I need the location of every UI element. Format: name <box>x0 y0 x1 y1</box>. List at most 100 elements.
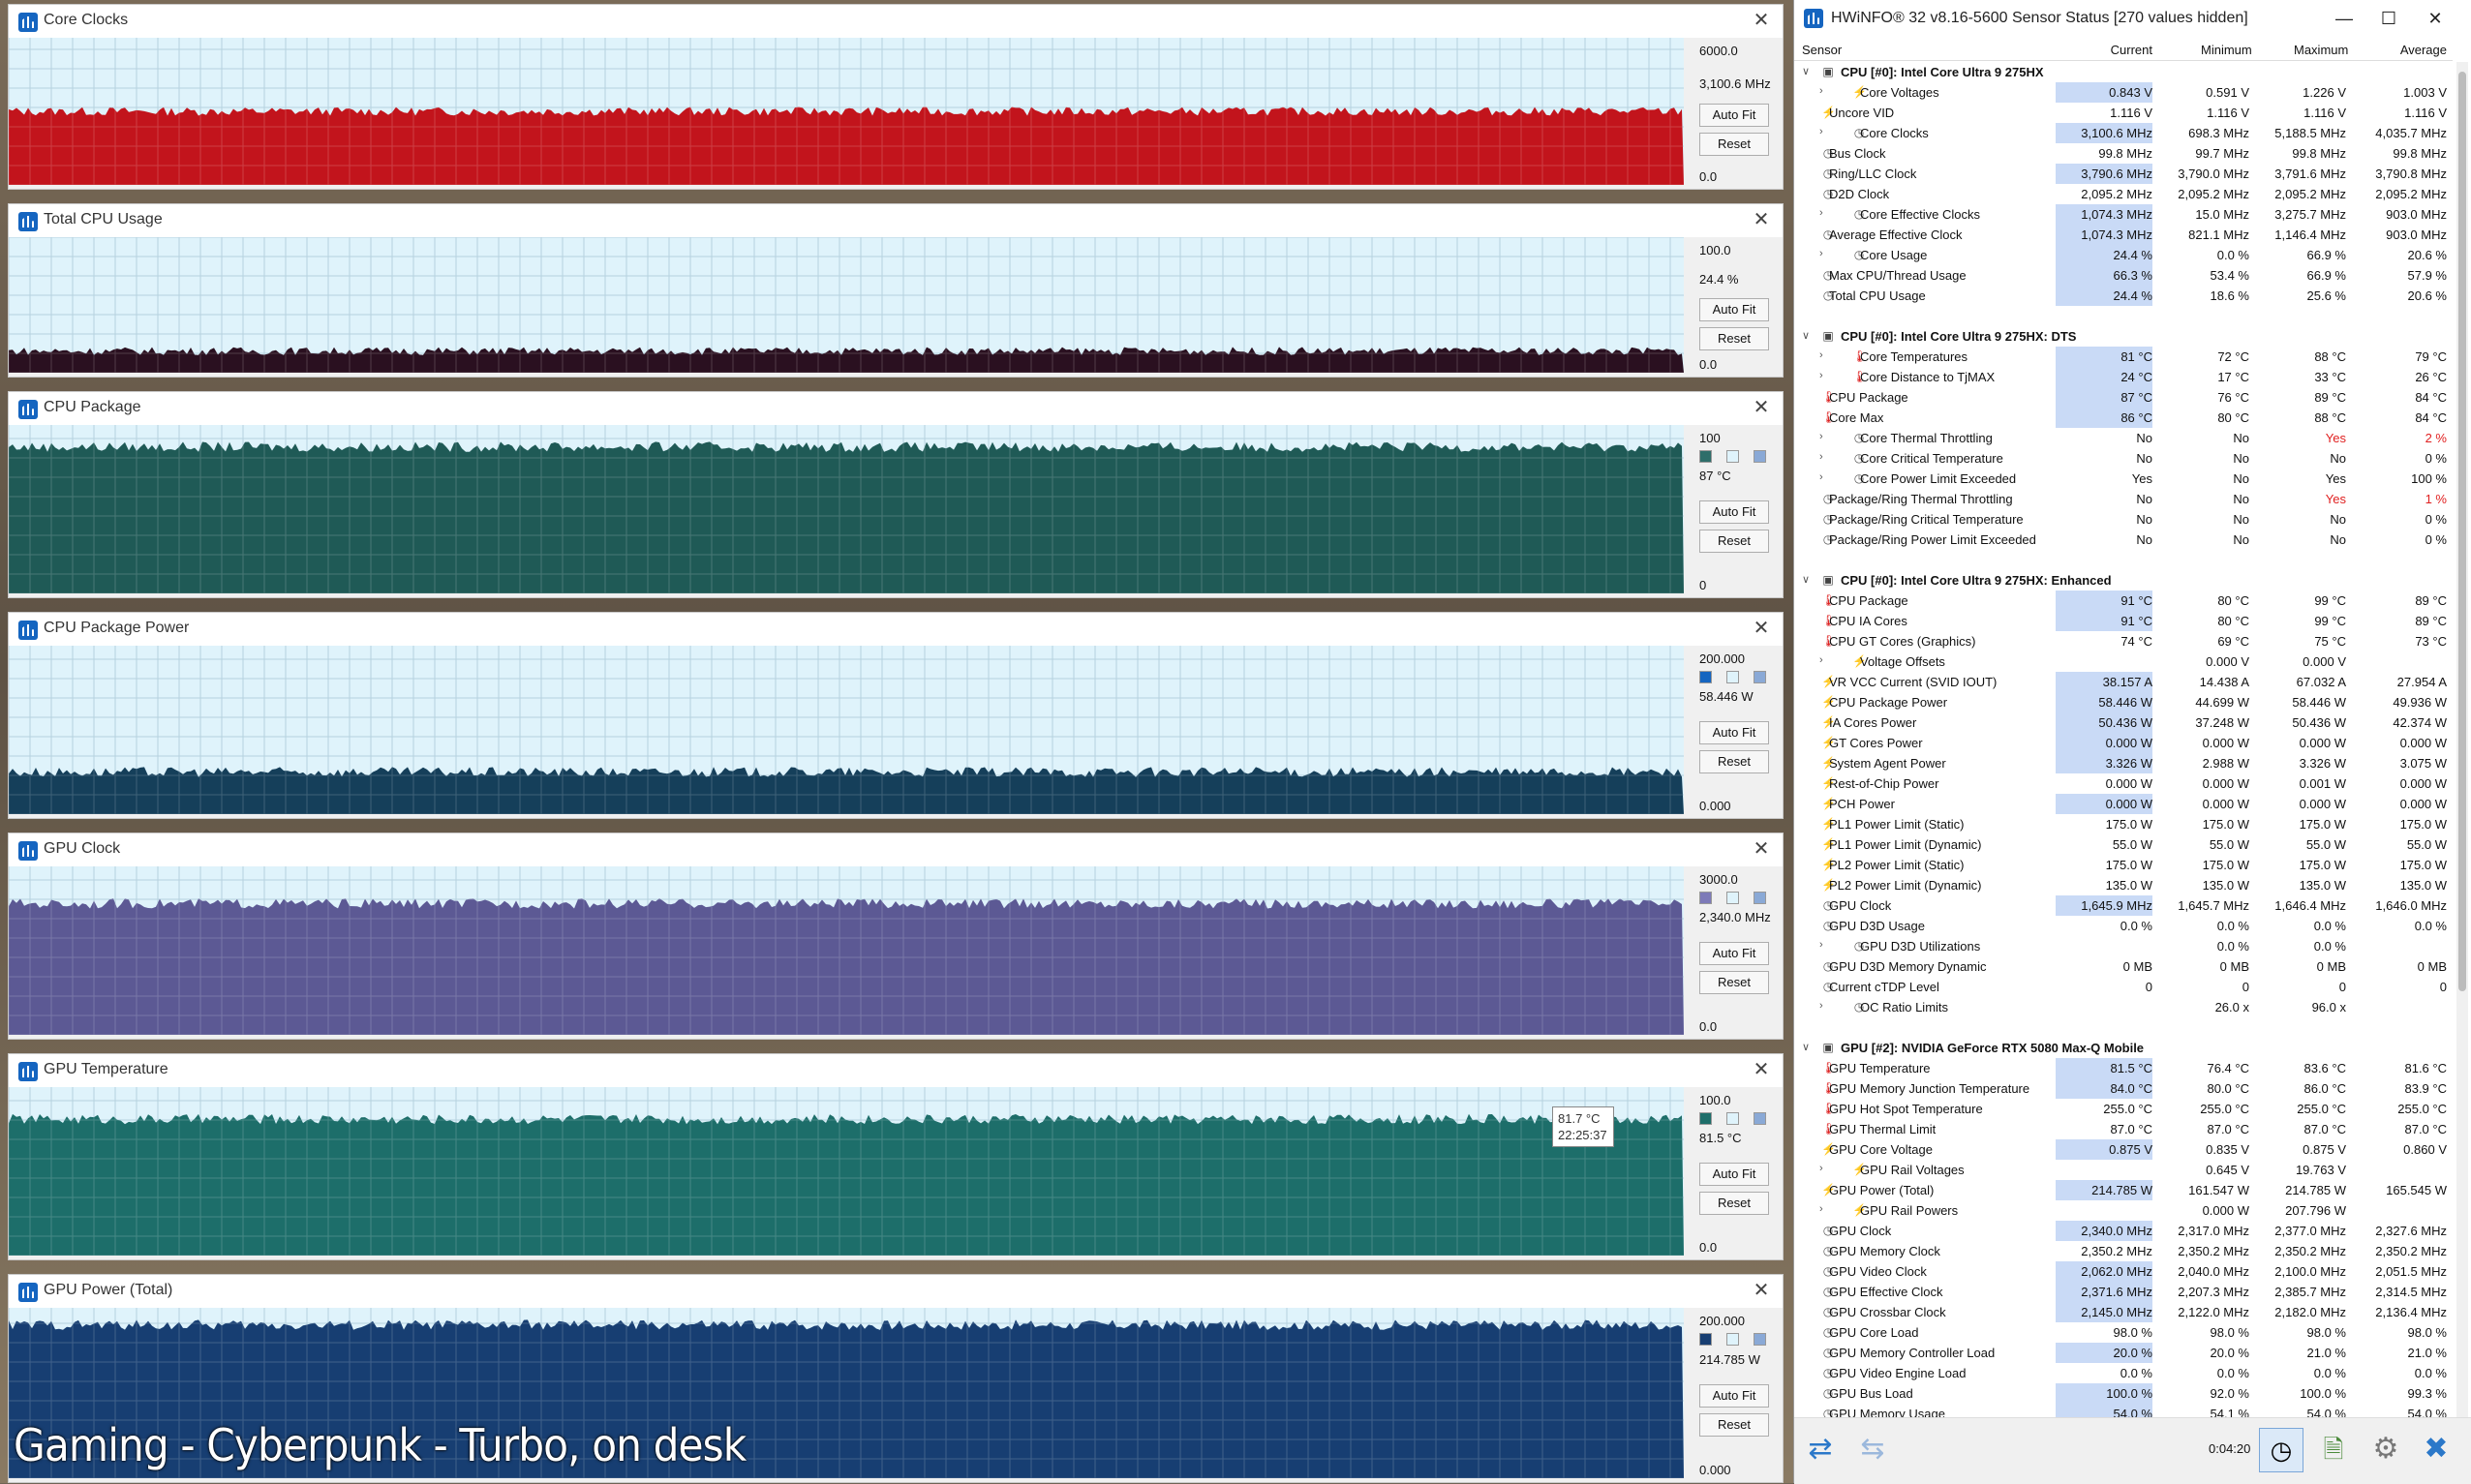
graph-titlebar[interactable]: Total CPU Usage ✕ <box>9 204 1783 237</box>
chevron-right-icon[interactable]: › <box>1819 1000 1823 1012</box>
color-swatch[interactable] <box>1699 1112 1712 1125</box>
sensor-row[interactable]: ⚡ PL1 Power Limit (Static) 175.0 W 175.0 W1… <box>1794 814 2453 834</box>
color-swatch[interactable] <box>1754 1333 1766 1346</box>
sensor-row[interactable]: ⚡ System Agent Power 3.326 W 2.988 W 3.326 W… <box>1794 753 2453 773</box>
sensor-row[interactable]: 🌡 CPU GT Cores (Graphics) 74 °C 69 °C 75 °C 7… <box>1794 631 2453 651</box>
chevron-right-icon[interactable]: › <box>1819 85 1823 97</box>
chevron-right-icon[interactable]: › <box>1819 1163 1823 1174</box>
sensor-row[interactable]: 🌡 CPU IA Cores 91 °C 80 °C 99 °C 89 °C <box>1794 611 2453 631</box>
graph-window[interactable]: CPU Package Power ✕ 200.000 58.446 W Auto Fi… <box>8 612 1784 819</box>
sensor-row[interactable]: ◷ D2D Clock 2,095.2 MHz 2,095.2 MHz 2,095.2 … <box>1794 184 2453 204</box>
graph-titlebar[interactable]: GPU Clock ✕ <box>9 833 1783 866</box>
auto-fit-button[interactable]: Auto Fit <box>1699 942 1769 965</box>
sensor-row[interactable]: › ◷ OC Ratio Limits 26.0 x 96.0 x <box>1794 997 2453 1017</box>
chevron-down-icon[interactable]: ∨ <box>1802 65 1810 77</box>
graph-titlebar[interactable]: CPU Package ✕ <box>9 392 1783 425</box>
sensor-row[interactable]: ◷ GPU Memory Clock 2,350.2 MHz 2,350.2 MHz 2… <box>1794 1241 2453 1261</box>
reset-button[interactable]: Reset <box>1699 1413 1769 1437</box>
chevron-down-icon[interactable]: ∨ <box>1802 573 1810 586</box>
sensor-row[interactable]: ⚡ GPU Power (Total) 214.785 W 161.547 W 214.… <box>1794 1180 2453 1200</box>
sensor-row[interactable]: ◷ GPU Core Load 98.0 % 98.0 % 98.0 % 98.0 % <box>1794 1322 2453 1343</box>
sensor-row[interactable]: ⚡ IA Cores Power 50.436 W 37.248 W 50.436 W4… <box>1794 712 2453 733</box>
clock-icon[interactable]: ◷ <box>2259 1428 2303 1472</box>
sensor-row[interactable]: ◷ Average Effective Clock 1,074.3 MHz 821.1… <box>1794 225 2453 245</box>
sensor-row[interactable]: ◷ Total CPU Usage 24.4 % 18.6 % 25.6 % 20.6 % <box>1794 286 2453 306</box>
color-swatch[interactable] <box>1726 1112 1739 1125</box>
sensor-row[interactable]: ◷ GPU D3D Usage 0.0 % 0.0 % 0.0 % 0.0 % <box>1794 916 2453 936</box>
auto-fit-button[interactable]: Auto Fit <box>1699 104 1769 127</box>
color-swatch[interactable] <box>1699 1333 1712 1346</box>
sensor-row[interactable]: › ◷ GPU D3D Utilizations 0.0 % 0.0 % <box>1794 936 2453 956</box>
chevron-right-icon[interactable]: › <box>1819 431 1823 442</box>
sensor-row[interactable]: ◷ Current cTDP Level 0 0 0 0 <box>1794 977 2453 997</box>
graph-titlebar[interactable]: CPU Package Power ✕ <box>9 613 1783 646</box>
chevron-right-icon[interactable]: › <box>1819 349 1823 361</box>
color-swatch[interactable] <box>1699 892 1712 904</box>
sensor-row[interactable]: › ◷ Core Effective Clocks 1,074.3 MHz 15.0 M… <box>1794 204 2453 225</box>
chevron-right-icon[interactable]: › <box>1819 654 1823 666</box>
graph-window[interactable]: GPU Clock ✕ 3000.0 2,340.0 MHz Auto Fit Reset… <box>8 833 1784 1040</box>
col-maximum[interactable]: Maximum <box>2294 43 2348 57</box>
reset-button[interactable]: Reset <box>1699 327 1769 350</box>
scroll-thumb[interactable] <box>2458 72 2466 991</box>
sensor-row[interactable]: 🌡 GPU Hot Spot Temperature 255.0 °C 255.0 °… <box>1794 1099 2453 1119</box>
color-swatch[interactable] <box>1726 892 1739 904</box>
chevron-down-icon[interactable]: ∨ <box>1802 1041 1810 1053</box>
sensor-row[interactable]: ◷ Ring/LLC Clock 3,790.6 MHz 3,790.0 MHz 3,7… <box>1794 164 2453 184</box>
reset-button[interactable]: Reset <box>1699 1192 1769 1215</box>
sensor-row[interactable]: ◷ GPU Video Engine Load 0.0 % 0.0 % 0.0 % 0.0… <box>1794 1363 2453 1383</box>
arrows-left-right-icon[interactable]: ⇄ <box>1798 1428 1843 1472</box>
color-swatch[interactable] <box>1754 450 1766 463</box>
chevron-right-icon[interactable]: › <box>1819 248 1823 259</box>
auto-fit-button[interactable]: Auto Fit <box>1699 721 1769 744</box>
sensor-row[interactable]: ⚡ CPU Package Power 58.446 W 44.699 W 58.446… <box>1794 692 2453 712</box>
graph-window[interactable]: Core Clocks ✕ 6000.0 3,100.6 MHz Auto Fit Res… <box>8 4 1784 190</box>
sensor-row[interactable]: ◷ GPU Bus Load 100.0 % 92.0 % 100.0 % 99.3 % <box>1794 1383 2453 1404</box>
sensor-row[interactable]: 🌡 CPU Package 87 °C 76 °C 89 °C 84 °C <box>1794 387 2453 408</box>
sensor-row[interactable]: ◷ GPU Clock 2,340.0 MHz 2,317.0 MHz 2,377.0 … <box>1794 1221 2453 1241</box>
sensor-row[interactable]: ⚡ PCH Power 0.000 W 0.000 W 0.000 W 0.000 W <box>1794 794 2453 814</box>
graph-titlebar[interactable]: GPU Temperature ✕ <box>9 1054 1783 1087</box>
chevron-right-icon[interactable]: › <box>1819 126 1823 137</box>
color-swatch[interactable] <box>1699 671 1712 683</box>
chevron-right-icon[interactable]: › <box>1819 370 1823 381</box>
sensor-row[interactable]: ◷ Max CPU/Thread Usage 66.3 % 53.4 % 66.9 % 5… <box>1794 265 2453 286</box>
gear-icon[interactable]: ⚙ <box>2364 1428 2408 1472</box>
sensor-row[interactable]: ⚡ PL1 Power Limit (Dynamic) 55.0 W 55.0 W 55… <box>1794 834 2453 855</box>
sensor-row[interactable]: ◷ GPU D3D Memory Dynamic 0 MB 0 MB 0 MB 0 MB <box>1794 956 2453 977</box>
sensor-row[interactable]: › ◷ Core Thermal Throttling No No Yes 2 % <box>1794 428 2453 448</box>
sensor-row[interactable]: ⚡ Rest-of-Chip Power 0.000 W 0.000 W 0.001 W… <box>1794 773 2453 794</box>
color-swatch[interactable] <box>1754 1112 1766 1125</box>
sensor-row[interactable]: › ◷ Core Power Limit Exceeded Yes No Yes 100 % <box>1794 469 2453 489</box>
graph-window[interactable]: GPU Temperature ✕ 100.0 81.5 °C Auto Fit Rese… <box>8 1053 1784 1260</box>
sensor-group-row[interactable]: ∨ ▣ CPU [#0]: Intel Core Ultra 9 275HX: En… <box>1794 570 2453 591</box>
col-sensor[interactable]: Sensor <box>1802 43 1842 57</box>
sensor-row[interactable]: › ◷ Core Critical Temperature No No No 0 % <box>1794 448 2453 469</box>
sensor-row[interactable]: ◷ Package/Ring Thermal Throttling No No Yes 1… <box>1794 489 2453 509</box>
chevron-right-icon[interactable]: › <box>1819 939 1823 951</box>
sensor-row[interactable]: ⚡ VR VCC Current (SVID IOUT) 38.157 A 14.43… <box>1794 672 2453 692</box>
maximize-icon[interactable]: ☐ <box>2367 4 2410 33</box>
chevron-down-icon[interactable]: ∨ <box>1802 329 1810 342</box>
auto-fit-button[interactable]: Auto Fit <box>1699 500 1769 524</box>
sensor-row[interactable]: ◷ GPU Memory Usage 54.0 % 54.1 % 54.0 % 54.0 … <box>1794 1404 2453 1417</box>
close-icon[interactable]: ✕ <box>1750 617 1773 640</box>
sensor-row[interactable]: ◷ GPU Memory Controller Load 20.0 % 20.0 % 2… <box>1794 1343 2453 1363</box>
auto-fit-button[interactable]: Auto Fit <box>1699 1163 1769 1186</box>
sensor-row[interactable]: 🌡 GPU Memory Junction Temperature 84.0 °C 8… <box>1794 1078 2453 1099</box>
sensor-row[interactable]: ◷ GPU Video Clock 2,062.0 MHz 2,040.0 MHz 2,… <box>1794 1261 2453 1282</box>
sensor-row[interactable]: 🌡 CPU Package 91 °C 80 °C 99 °C 89 °C <box>1794 591 2453 611</box>
close-icon[interactable]: ✕ <box>1750 9 1773 32</box>
sensor-row[interactable]: 🌡 GPU Temperature 81.5 °C 76.4 °C 83.6 °C 81.… <box>1794 1058 2453 1078</box>
color-swatch[interactable] <box>1754 671 1766 683</box>
graph-window[interactable]: Total CPU Usage ✕ 100.0 24.4 % Auto Fit Reset… <box>8 203 1784 378</box>
chevron-right-icon[interactable]: › <box>1819 1203 1823 1215</box>
add-log-icon[interactable]: 🗎 <box>2311 1428 2356 1472</box>
col-average[interactable]: Average <box>2398 43 2447 57</box>
close-icon[interactable]: ✕ <box>1750 837 1773 861</box>
sensor-row[interactable]: › ◷ Core Usage 24.4 % 0.0 % 66.9 % 20.6 % <box>1794 245 2453 265</box>
close-sensors-icon[interactable]: ✖ <box>2414 1428 2458 1472</box>
chevron-right-icon[interactable]: › <box>1819 451 1823 463</box>
close-icon[interactable]: ✕ <box>1750 208 1773 231</box>
sensor-group-row[interactable]: ∨ ▣ GPU [#2]: NVIDIA GeForce RTX 5080 Max-… <box>1794 1038 2453 1058</box>
